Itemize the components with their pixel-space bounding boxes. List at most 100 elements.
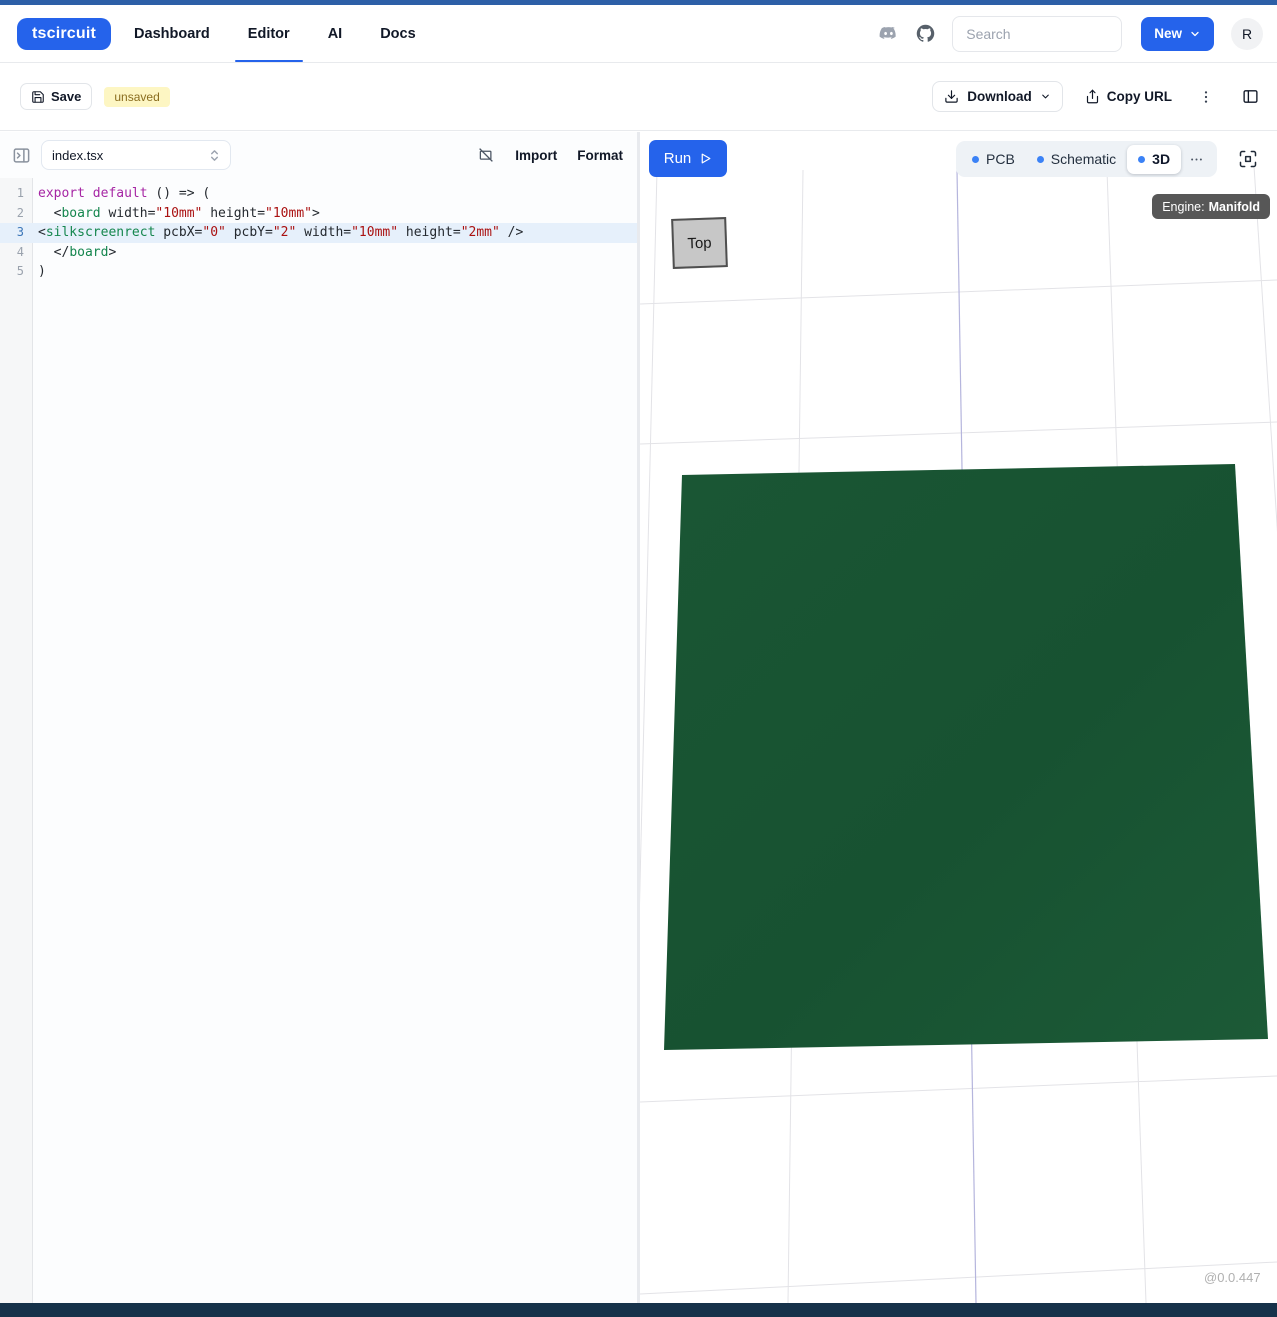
code-token: "10mm" [155,205,203,221]
code-token: export [38,186,85,201]
tab-schematic[interactable]: Schematic [1026,141,1127,177]
tab-pcb-label: PCB [986,151,1015,167]
code-token: board [69,244,109,260]
code-lines: 1 export default () => (2 <board width="1… [0,178,637,282]
nav-item-docs[interactable]: Docs [380,5,415,62]
line-number: 3 [16,225,24,240]
nav-item-ai[interactable]: AI [328,5,343,62]
code-token: "10mm" [265,205,312,221]
navbar: tscircuit Dashboard Editor AI Docs New R [0,5,1277,63]
view-cube-top[interactable]: Top [671,217,728,269]
code-token: silkscreenrect [45,225,156,241]
download-icon [944,89,959,104]
tscircuit-logo[interactable]: tscircuit [17,17,112,50]
tab-dot [1036,155,1044,163]
main-nav: Dashboard Editor AI Docs [134,5,416,62]
code-token: > [108,244,117,260]
code-line[interactable]: 1 export default () => ( [0,184,637,204]
save-icon [31,90,45,104]
line-number: 1 [16,186,24,200]
copy-url-label: Copy URL [1106,89,1172,104]
share-icon [1085,89,1100,104]
code-token: = [257,205,266,221]
line-number: 2 [16,205,24,220]
nav-item-dashboard[interactable]: Dashboard [134,5,210,62]
code-token: </ [38,244,70,260]
engine-tooltip-label: Engine: [1162,199,1205,214]
run-button[interactable]: Run [649,140,727,177]
code-token: height [405,225,453,241]
code-token: = [343,225,352,241]
kebab-menu-icon[interactable] [1198,89,1214,105]
code-token: /> [499,225,524,241]
code-token: pcbY [233,225,265,241]
code-text: <silkscreenrect pcbX="0" pcbY="2" width=… [33,223,523,243]
code-token: height [210,205,258,221]
chevron-down-icon [1189,28,1201,40]
unsaved-status-badge: unsaved [104,86,170,107]
more-options-icon[interactable] [1181,152,1212,167]
tscircuit-editor-app: tscircuit Dashboard Editor AI Docs New R [0,0,1277,1317]
code-token: default [92,186,148,201]
code-line[interactable]: 4 </board> [0,243,637,263]
fullscreen-icon[interactable] [1237,148,1259,170]
file-select-chevrons-icon [209,149,220,162]
version-label: @0.0.447 [1204,1270,1261,1285]
code-text: </board> [33,243,117,263]
code-token: width [304,225,344,241]
tab-3d[interactable]: 3D [1127,144,1182,174]
code-token: board [61,205,101,221]
code-text: ) [33,262,46,282]
new-button[interactable]: New [1141,16,1214,51]
navbar-right: New R [878,15,1263,52]
code-token: = [265,225,273,241]
viewer-3d-canvas[interactable] [640,132,1277,1303]
tab-pcb[interactable]: PCB [961,141,1026,177]
copy-url-button[interactable]: Copy URL [1085,89,1172,104]
save-button-label: Save [51,89,82,104]
line-number-gutter [0,178,33,1303]
document-toolbar: Save unsaved Download Copy URL [0,63,1277,131]
code-token: < [38,225,46,241]
search-input[interactable] [952,15,1123,52]
github-icon[interactable] [915,23,936,44]
format-off-icon[interactable] [477,146,495,164]
avatar[interactable]: R [1231,17,1263,50]
file-select[interactable]: index.tsx [41,140,231,170]
discord-icon[interactable] [878,23,899,44]
tab-3d-label: 3D [1152,151,1171,167]
code-token: pcbX [163,225,195,241]
download-button[interactable]: Download [932,81,1063,112]
nav-item-editor[interactable]: Editor [234,5,303,62]
code-line[interactable]: 2 <board width="10mm" height="10mm"> [0,204,637,224]
pcb-board-3d [664,464,1268,1050]
code-token: () => ( [147,186,211,201]
code-line[interactable]: 3 <silkscreenrect pcbX="0" pcbY="2" width… [0,223,637,243]
format-button[interactable]: Format [577,148,623,163]
save-button[interactable]: Save [20,83,93,110]
play-icon [699,152,712,165]
import-button[interactable]: Import [515,148,557,163]
line-number: 4 [16,244,24,259]
tab-dot [1138,155,1146,163]
file-toolbar: index.tsx Import Format [0,132,637,178]
file-toolbar-actions: Import Format [477,146,623,164]
code-editor[interactable]: 1 export default () => (2 <board width="1… [0,178,637,1303]
code-token: "10mm" [351,225,399,241]
code-text: <board width="10mm" height="10mm"> [33,204,320,224]
view-mode-tabs: PCB Schematic 3D [956,141,1218,177]
code-token: ) [38,264,46,280]
code-token: width [108,205,148,221]
toolbar-right: Download Copy URL [932,81,1259,112]
panel-toggle-icon[interactable] [12,146,31,165]
code-editor-panel: index.tsx Import Format 1 export default … [0,132,637,1303]
code-line[interactable]: 5) [0,262,637,282]
code-token: "0" [202,225,226,241]
file-select-value: index.tsx [52,147,104,163]
download-button-label: Download [967,89,1032,104]
panel-right-icon[interactable] [1242,88,1259,105]
